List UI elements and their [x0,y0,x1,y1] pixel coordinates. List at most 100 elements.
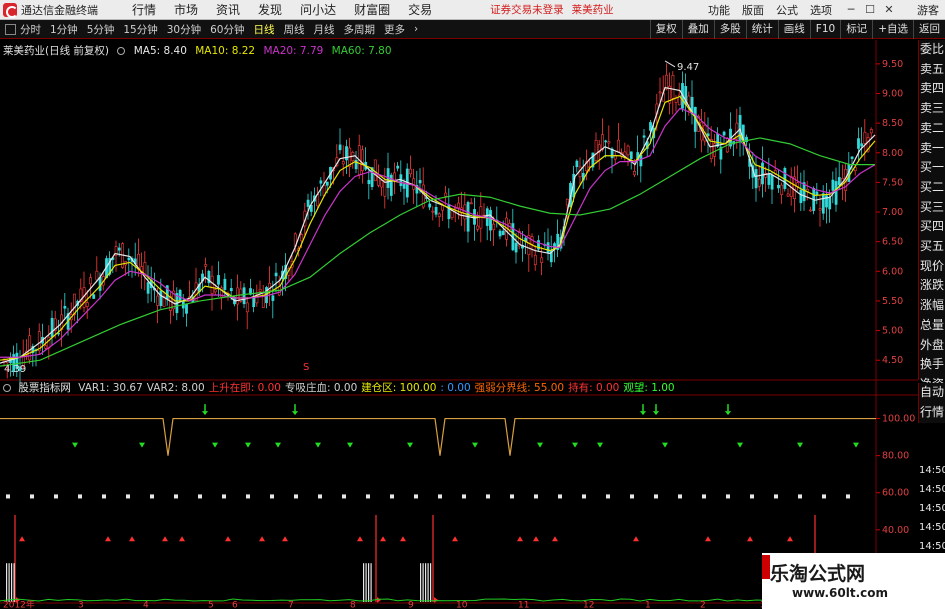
indicator-settings-icon[interactable] [3,384,11,392]
period-tick[interactable]: 分时 [20,22,41,37]
period-5min[interactable]: 5分钟 [87,22,115,37]
menu-wealth[interactable]: 财富圈 [354,1,390,18]
strength-dot [54,494,58,499]
chart-area[interactable]: 9.50 9.00 8.50 8.00 7.50 7.00 6.50 6.00 5.50 5.00… [0,40,945,609]
white-bar [6,563,8,602]
menu-layout[interactable]: 版面 [742,2,764,18]
right-menu: 功能 版面 公式 选项 ─ ☐ ✕ 游客 [708,0,945,20]
green-signal-triangle [537,442,543,448]
candle-body [799,189,803,204]
green-signal-triangle [347,442,353,448]
side-panel-item[interactable]: 总量 [919,316,945,336]
strength-dot [414,494,418,499]
login-status[interactable]: 证券交易未登录 [490,2,564,17]
minimize-icon[interactable]: ─ [844,3,858,17]
candle-body [402,184,406,189]
period-multi[interactable]: 多周期 [344,22,376,37]
overlay-button[interactable]: 叠加 [681,19,714,39]
period-1min[interactable]: 1分钟 [50,22,78,37]
low-label: 4.39 [4,364,26,375]
strength-dot [750,494,754,499]
side-panel-item[interactable]: 卖五 [919,60,945,80]
red-signal-triangle [452,536,458,542]
multi-stock-button[interactable]: 多股 [713,19,746,39]
toolbar-toggle-icon[interactable] [5,23,16,35]
period-15min[interactable]: 15分钟 [123,22,157,37]
maximize-icon[interactable]: ☐ [863,3,877,17]
indicator-tick-label: 80.00 [882,451,909,462]
side-panel2-item[interactable]: 自动 [919,383,945,403]
side-panel-item[interactable]: 涨跌 [919,276,945,296]
side-panel-item[interactable]: 买二 [919,178,945,198]
statistics-button[interactable]: 统计 [745,19,778,39]
candle-body [252,297,256,308]
menu-options[interactable]: 选项 [810,2,832,18]
red-signal-triangle [400,536,406,542]
menu-market[interactable]: 行情 [132,1,156,18]
guest-label[interactable]: 游客 [917,2,939,18]
period-monthly[interactable]: 月线 [314,22,335,37]
side-panel-item[interactable]: 卖二 [919,119,945,139]
side-panel-item[interactable]: 买四 [919,217,945,237]
settings-circle-icon[interactable] [117,47,126,55]
period-30min[interactable]: 30分钟 [167,22,201,37]
side-panel-item[interactable]: 买三 [919,198,945,218]
menu-news[interactable]: 资讯 [216,1,240,18]
side-panel-item[interactable]: 买一 [919,158,945,178]
x-axis-label: 10 [456,601,468,609]
side-panel-item[interactable]: 卖一 [919,139,945,159]
side-panel-item[interactable]: 卖三 [919,99,945,119]
candle-body [431,210,435,213]
menu-assistant[interactable]: 问小达 [300,1,336,18]
time-label: 14:50 [919,465,945,476]
price-tick-label: 9.50 [882,59,903,70]
menu-function[interactable]: 功能 [708,2,730,18]
side-panel-item[interactable]: 外盘 [919,336,945,356]
side-panel-item[interactable]: 买五 [919,237,945,257]
x-axis-label: 8 [350,601,356,609]
back-button[interactable]: 返回 [913,19,945,39]
side-panel-item[interactable]: 涨幅 [919,296,945,316]
green-arrow-head [202,411,208,416]
draw-line-button[interactable]: 画线 [777,19,810,39]
candle-body [575,160,579,168]
candle-body [146,282,150,294]
period-daily[interactable]: 日线 [254,22,275,37]
menu-formula[interactable]: 公式 [776,2,798,18]
candle-body [761,162,764,185]
candle-body [361,149,364,172]
price-tick-label: 6.00 [882,266,903,277]
side-panel2-item[interactable]: 行情 [919,403,945,423]
ma20-label: MA20: 7.79 [263,45,324,57]
period-weekly[interactable]: 周线 [284,22,305,37]
menu-discover[interactable]: 发现 [258,1,282,18]
add-watchlist-button[interactable]: +自选 [872,19,913,39]
side-panel-item[interactable]: 卖四 [919,79,945,99]
side-panel-item[interactable]: 换手 [919,355,945,375]
f10-button[interactable]: F10 [809,19,840,39]
more-chevron-icon[interactable]: › [414,23,418,35]
candle-body [92,294,96,299]
menu-markets[interactable]: 市场 [174,1,198,18]
candle-body [626,145,630,156]
period-more[interactable]: 更多 [384,22,405,37]
strength-dot [78,494,82,499]
close-icon[interactable]: ✕ [882,3,896,17]
green-signal-triangle [472,442,478,448]
strength-dot [6,494,10,499]
menu-trade[interactable]: 交易 [408,1,432,18]
white-bar [420,563,422,602]
period-60min[interactable]: 60分钟 [210,22,244,37]
candle-body [447,204,451,220]
mark-button[interactable]: 标记 [840,19,872,39]
adjust-button[interactable]: 复权 [649,19,682,39]
strength-dot [294,494,298,499]
indicator-item: 持有: 0.00 [568,382,620,394]
candle-body [428,203,432,208]
side-panel-item[interactable]: 现价 [919,257,945,277]
strength-dot [534,494,538,499]
strength-dot [582,494,586,499]
side-panel-item[interactable]: 委比 [919,40,945,60]
strength-dot [486,494,490,499]
price-chart-svg[interactable]: 9.50 9.00 8.50 8.00 7.50 7.00 6.50 6.00 5.50 5.00… [0,40,918,609]
